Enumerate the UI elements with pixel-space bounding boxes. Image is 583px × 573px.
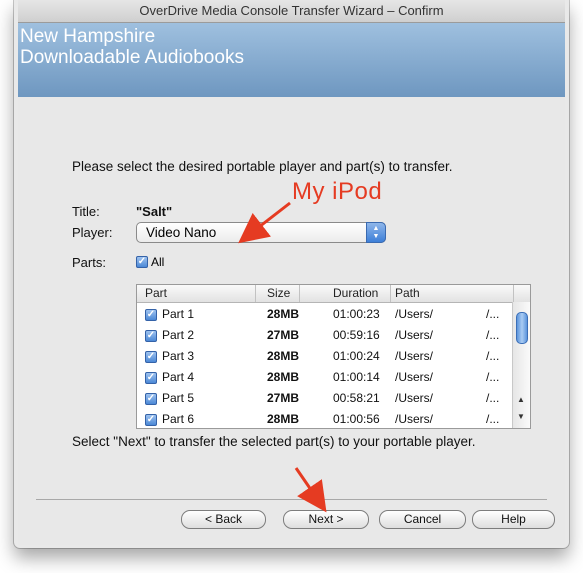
wizard-window: OverDrive Media Console Transfer Wizard …	[18, 0, 565, 545]
part-size: 28MB	[267, 370, 300, 384]
table-row[interactable]: ✓ Part 6 28MB 01:00:56 /Users/ /...	[137, 409, 512, 430]
column-divider	[513, 285, 514, 302]
part-size: 28MB	[267, 412, 300, 426]
part-name: Part 5	[162, 391, 195, 405]
back-button[interactable]: < Back	[181, 510, 266, 529]
part-duration: 01:00:24	[333, 349, 380, 363]
title-value: "Salt"	[136, 204, 173, 219]
scroll-up-arrow-icon[interactable]: ▲	[517, 395, 525, 404]
part-checkbox-icon[interactable]: ✓	[145, 391, 157, 405]
part-checkbox-icon[interactable]: ✓	[145, 412, 157, 426]
parts-table-header: Part Size Duration Path	[137, 285, 530, 303]
scroll-down-arrow-icon[interactable]: ▼	[517, 412, 525, 421]
part-path: /Users/	[395, 328, 434, 342]
part-checkbox-icon[interactable]: ✓	[145, 307, 157, 321]
part-checkbox-icon[interactable]: ✓	[145, 349, 157, 363]
part-path-end: /...	[486, 349, 500, 363]
part-path: /Users/	[395, 307, 434, 321]
part-path: /Users/	[395, 349, 434, 363]
table-row[interactable]: ✓ Part 3 28MB 01:00:24 /Users/ /...	[137, 346, 512, 367]
all-parts-checkbox[interactable]: ✓	[136, 255, 148, 268]
table-scrollbar[interactable]: ▲ ▼	[512, 302, 530, 428]
table-row[interactable]: ✓ Part 4 28MB 01:00:14 /Users/ /...	[137, 367, 512, 388]
all-parts-checkbox-group[interactable]: ✓ All	[136, 254, 164, 269]
column-divider	[299, 285, 300, 302]
instruction-text: Please select the desired portable playe…	[72, 159, 453, 174]
part-path-end: /...	[486, 328, 500, 342]
scrollbar-thumb[interactable]	[516, 312, 528, 344]
part-duration: 01:00:14	[333, 370, 380, 384]
part-path-end: /...	[486, 391, 500, 405]
help-button[interactable]: Help	[472, 510, 555, 529]
library-banner: New Hampshire Downloadable Audiobooks	[18, 23, 565, 97]
divider	[36, 499, 547, 500]
column-header-duration[interactable]: Duration	[333, 286, 378, 300]
player-select-value: Video Nano	[146, 225, 217, 240]
banner-line-1: New Hampshire	[20, 26, 156, 47]
part-size: 28MB	[267, 349, 300, 363]
part-path: /Users/	[395, 391, 434, 405]
cancel-button[interactable]: Cancel	[379, 510, 466, 529]
wizard-content: Please select the desired portable playe…	[18, 97, 565, 545]
updown-arrows-icon: ▲ ▼	[366, 222, 386, 243]
part-duration: 01:00:56	[333, 412, 380, 426]
part-path: /Users/	[395, 412, 434, 426]
parts-table: Part Size Duration Path ✓ Part 1 28MB 01…	[136, 284, 531, 429]
annotation-label: My iPod	[292, 178, 383, 205]
title-label: Title:	[72, 204, 100, 219]
part-name: Part 4	[162, 370, 195, 384]
part-checkbox-icon[interactable]: ✓	[145, 370, 157, 384]
part-path-end: /...	[486, 412, 500, 426]
part-path-end: /...	[486, 370, 500, 384]
part-path: /Users/	[395, 370, 434, 384]
column-header-path[interactable]: Path	[395, 286, 420, 300]
part-duration: 01:00:23	[333, 307, 380, 321]
player-label: Player:	[72, 225, 113, 240]
column-header-part[interactable]: Part	[145, 286, 167, 300]
part-size: 27MB	[267, 328, 300, 342]
part-name: Part 2	[162, 328, 195, 342]
table-row[interactable]: ✓ Part 1 28MB 01:00:23 /Users/ /...	[137, 304, 512, 325]
table-row[interactable]: ✓ Part 5 27MB 00:58:21 /Users/ /...	[137, 388, 512, 409]
column-divider	[390, 285, 391, 302]
part-name: Part 6	[162, 412, 195, 426]
part-name: Part 1	[162, 307, 195, 321]
part-name: Part 3	[162, 349, 195, 363]
part-size: 28MB	[267, 307, 300, 321]
part-duration: 00:59:16	[333, 328, 380, 342]
column-header-size[interactable]: Size	[267, 286, 290, 300]
window-title: OverDrive Media Console Transfer Wizard …	[18, 0, 565, 23]
all-parts-label: All	[151, 254, 165, 269]
part-path-end: /...	[486, 307, 500, 321]
part-duration: 00:58:21	[333, 391, 380, 405]
footer-instruction: Select "Next" to transfer the selected p…	[72, 434, 476, 449]
player-select[interactable]: Video Nano ▲ ▼	[136, 222, 386, 243]
next-button[interactable]: Next >	[283, 510, 369, 529]
column-divider	[255, 285, 256, 302]
parts-label: Parts:	[72, 255, 106, 270]
banner-line-2: Downloadable Audiobooks	[20, 47, 244, 68]
part-checkbox-icon[interactable]: ✓	[145, 328, 157, 342]
part-size: 27MB	[267, 391, 300, 405]
table-row[interactable]: ✓ Part 2 27MB 00:59:16 /Users/ /...	[137, 325, 512, 346]
